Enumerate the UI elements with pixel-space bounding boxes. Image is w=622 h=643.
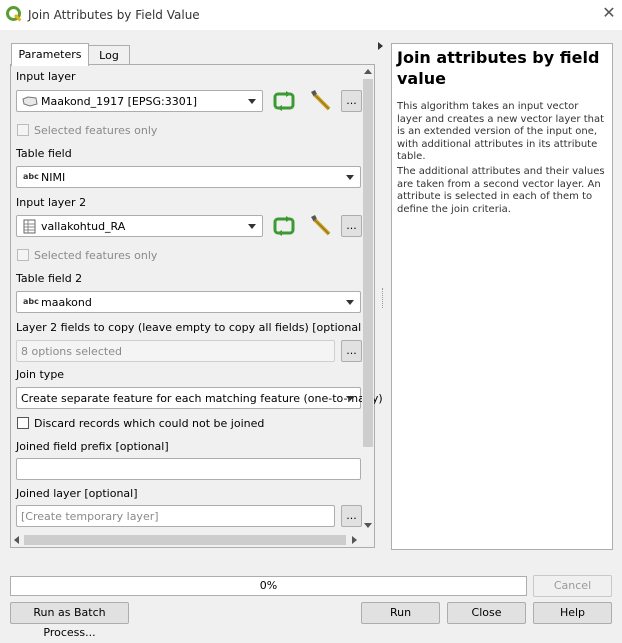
table-field-2-label: Table field 2: [16, 272, 83, 285]
scroll-right-icon[interactable]: [352, 536, 357, 544]
close-icon[interactable]: ✕: [600, 4, 618, 22]
text-field-icon: abc: [23, 297, 39, 306]
progress-bar: 0%: [10, 576, 527, 596]
scroll-left-icon[interactable]: [14, 536, 19, 544]
table-field-label: Table field: [16, 147, 72, 160]
tab-log[interactable]: Log: [88, 45, 130, 65]
join-type-value: Create separate feature for each matchin…: [21, 392, 383, 405]
tab-label: Log: [99, 49, 119, 62]
splitter-handle[interactable]: [382, 288, 385, 308]
joined-layer-placeholder: [Create temporary layer]: [21, 510, 159, 523]
iterate-icon[interactable]: [272, 215, 296, 237]
join-type-label: Join type: [16, 368, 65, 381]
joined-layer-input[interactable]: [Create temporary layer]: [16, 505, 335, 527]
discard-checkbox[interactable]: [17, 417, 29, 429]
wrench-settings-icon[interactable]: [307, 88, 333, 114]
horizontal-scrollbar[interactable]: [11, 533, 362, 547]
chevron-down-icon: [346, 396, 354, 401]
help-title: Join attributes by field value: [397, 48, 600, 88]
layer2-fields-more-button[interactable]: ...: [341, 340, 362, 362]
scroll-down-icon[interactable]: [364, 523, 372, 528]
discard-label: Discard records which could not be joine…: [34, 417, 265, 430]
joined-layer-more-button[interactable]: ...: [341, 505, 362, 527]
scroll-up-icon[interactable]: [364, 69, 372, 74]
table-layer-icon: [23, 219, 36, 234]
layer2-fields-label: Layer 2 fields to copy (leave empty to c…: [16, 321, 366, 334]
wrench-settings-icon[interactable]: [307, 213, 333, 239]
tab-parameters[interactable]: Parameters: [11, 43, 89, 66]
polygon-layer-icon: [22, 96, 38, 107]
vertical-scrollbar[interactable]: [362, 65, 374, 533]
input-layer-2-value: vallakohtud_RA: [41, 220, 126, 233]
scrollbar-thumb[interactable]: [24, 535, 346, 545]
table-field-value: NIMI: [41, 171, 66, 184]
table-field-combo[interactable]: abc NIMI: [16, 166, 361, 188]
iterate-icon[interactable]: [272, 90, 296, 112]
chevron-down-icon: [346, 175, 354, 180]
help-panel: Join attributes by field value This algo…: [391, 43, 613, 550]
table-field-2-combo[interactable]: abc maakond: [16, 291, 361, 313]
selected-features-2-label: Selected features only: [34, 249, 158, 262]
layer2-fields-value: 8 options selected: [21, 345, 122, 358]
selected-features-2-checkbox[interactable]: [17, 249, 29, 261]
prefix-label: Joined field prefix [optional]: [16, 440, 169, 453]
batch-process-button[interactable]: Run as Batch Process...: [10, 602, 129, 639]
chevron-down-icon: [248, 99, 256, 104]
layer2-fields-input[interactable]: 8 options selected: [16, 340, 335, 362]
cancel-button[interactable]: Cancel: [533, 575, 612, 597]
selected-features-label: Selected features only: [34, 124, 158, 137]
selected-features-checkbox[interactable]: [17, 124, 29, 136]
scrollbar-thumb[interactable]: [363, 79, 373, 447]
help-paragraph: This algorithm takes an input vector lay…: [397, 101, 605, 162]
input-layer-combo[interactable]: Maakond_1917 [EPSG:3301]: [16, 90, 263, 112]
collapse-arrow-icon[interactable]: [378, 42, 383, 50]
input-layer-value: Maakond_1917 [EPSG:3301]: [41, 95, 197, 108]
input-layer-more-button[interactable]: ...: [341, 90, 362, 112]
table-field-2-value: maakond: [41, 296, 92, 309]
join-type-combo[interactable]: Create separate feature for each matchin…: [16, 387, 383, 409]
prefix-input[interactable]: [16, 458, 361, 480]
input-layer-2-more-button[interactable]: ...: [341, 215, 362, 237]
tab-label: Parameters: [18, 48, 82, 61]
text-field-icon: abc: [23, 172, 39, 181]
close-button[interactable]: Close: [447, 602, 526, 624]
title-bar: Join Attributes by Field Value ✕: [0, 0, 622, 30]
input-layer-2-label: Input layer 2: [16, 196, 87, 209]
qgis-logo-icon: [6, 6, 22, 22]
joined-layer-label: Joined layer [optional]: [16, 487, 138, 500]
input-layer-label: Input layer: [16, 70, 76, 83]
run-button[interactable]: Run: [361, 602, 440, 624]
help-paragraph: The additional attributes and their valu…: [397, 166, 605, 215]
progress-text: 0%: [259, 579, 278, 592]
chevron-down-icon: [248, 224, 256, 229]
window-title: Join Attributes by Field Value: [28, 8, 200, 22]
input-layer-2-combo[interactable]: vallakohtud_RA: [16, 215, 263, 237]
help-button[interactable]: Help: [533, 602, 612, 624]
chevron-down-icon: [346, 300, 354, 305]
